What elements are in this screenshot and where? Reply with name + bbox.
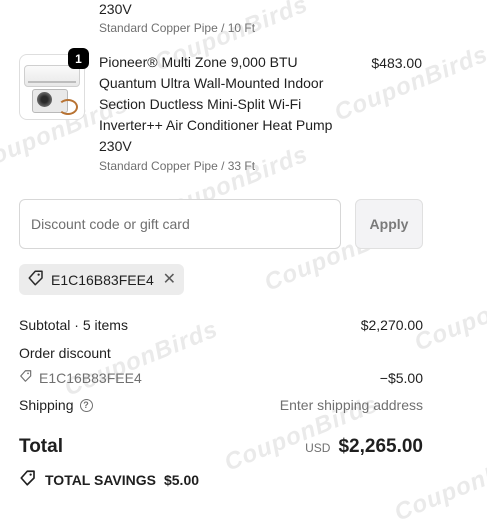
copper-pipe-image: [58, 99, 78, 115]
subtotal-value: $2,270.00: [360, 317, 423, 333]
shipping-row: Shipping ? Enter shipping address: [19, 397, 423, 413]
total-row: Total USD $2,265.00: [19, 436, 423, 458]
total-value: $2,265.00: [338, 436, 423, 457]
discount-code-label: E1C16B83FEE4: [39, 369, 142, 386]
discount-value: −$5.00: [379, 369, 423, 386]
item-name: 230V: [99, 1, 132, 17]
total-label: Total: [19, 436, 63, 457]
savings-value: $5.00: [163, 471, 200, 488]
fan-image: [37, 92, 52, 107]
order-discount-row: Order discount: [19, 345, 423, 361]
order-discount-label: Order discount: [19, 345, 111, 361]
item-price: $483.00: [371, 55, 422, 71]
watermark: CouponBirds: [330, 40, 487, 127]
shipping-label: Shipping: [19, 397, 74, 413]
subtotal-row: Subtotal · 5 items $2,270.00: [19, 317, 423, 333]
savings-label: TOTAL SAVINGS: [45, 471, 156, 488]
discount-code-input[interactable]: [19, 199, 341, 249]
discount-code-row: E1C16B83FEE4 −$5.00: [19, 369, 423, 386]
tag-icon: [27, 269, 45, 290]
help-icon[interactable]: ?: [79, 398, 93, 412]
tag-icon: [19, 369, 33, 386]
currency-code: USD: [305, 441, 331, 455]
subtotal-label: Subtotal · 5 items: [19, 317, 128, 333]
item-variant: Standard Copper Pipe / 10 Ft: [99, 21, 256, 35]
apply-button[interactable]: Apply: [355, 199, 423, 249]
item-name: Pioneer® Multi Zone 9,000 BTU Quantum Ul…: [99, 54, 333, 154]
applied-discount-code: E1C16B83FEE4: [51, 271, 154, 288]
tag-icon: [19, 469, 37, 490]
applied-discount-chip: E1C16B83FEE4 ✕: [19, 264, 184, 295]
shipping-value: Enter shipping address: [279, 397, 423, 413]
total-savings: TOTAL SAVINGS $5.00: [19, 469, 199, 490]
quantity-badge: 1: [68, 48, 89, 69]
close-icon[interactable]: ✕: [163, 271, 176, 288]
item-variant: Standard Copper Pipe / 33 Ft: [99, 159, 256, 173]
